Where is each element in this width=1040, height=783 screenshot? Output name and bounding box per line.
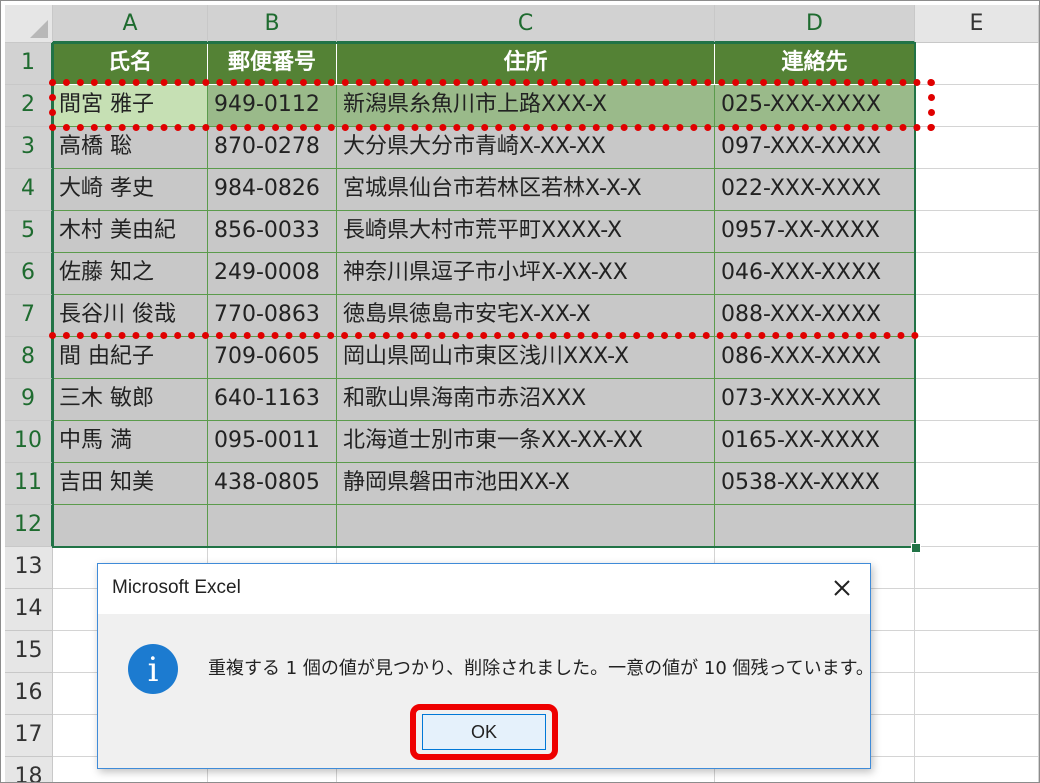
table-cell[interactable] [915, 211, 1039, 253]
table-cell[interactable]: 間宮 雅子 [53, 85, 208, 127]
table-cell[interactable]: 073-XXX-XXXX [715, 379, 915, 421]
row-header-7[interactable]: 7 [5, 295, 53, 337]
table-cell[interactable] [915, 463, 1039, 505]
dialog-title-bar: Microsoft Excel [98, 564, 870, 614]
table-cell[interactable]: 長崎県大村市荒平町XXXX-X [337, 211, 715, 253]
table-cell[interactable]: 長谷川 俊哉 [53, 295, 208, 337]
table-cell[interactable] [915, 295, 1039, 337]
row-header-6[interactable]: 6 [5, 253, 53, 295]
fill-handle[interactable] [911, 543, 921, 553]
table-cell[interactable] [915, 421, 1039, 463]
table-cell[interactable]: 宮城県仙台市若林区若林X-X-X [337, 169, 715, 211]
row-header-15[interactable]: 15 [5, 631, 53, 673]
table-cell[interactable] [915, 379, 1039, 421]
table-cell[interactable] [915, 589, 1039, 631]
table-cell[interactable]: 岡山県岡山市東区浅川XXX-X [337, 337, 715, 379]
table-cell[interactable] [715, 505, 915, 547]
info-icon: i [128, 644, 178, 694]
close-icon[interactable] [826, 572, 858, 604]
table-cell[interactable]: 022-XXX-XXXX [715, 169, 915, 211]
table-header-cell[interactable]: 郵便番号 [208, 43, 337, 85]
table-cell[interactable]: 大分県大分市青崎X-XX-XX [337, 127, 715, 169]
row-header-14[interactable]: 14 [5, 589, 53, 631]
table-cell[interactable]: 949-0112 [208, 85, 337, 127]
table-cell[interactable] [208, 505, 337, 547]
row-header-9[interactable]: 9 [5, 379, 53, 421]
table-cell[interactable]: 709-0605 [208, 337, 337, 379]
row-header-5[interactable]: 5 [5, 211, 53, 253]
table-cell[interactable]: 北海道士別市東一条XX-XX-XX [337, 421, 715, 463]
table-cell[interactable]: 徳島県徳島市安宅X-XX-X [337, 295, 715, 337]
table-cell[interactable]: 249-0008 [208, 253, 337, 295]
table-cell[interactable]: 984-0826 [208, 169, 337, 211]
table-cell[interactable]: 0165-XX-XXXX [715, 421, 915, 463]
row-header-12[interactable]: 12 [5, 505, 53, 547]
column-header-a[interactable]: A [53, 5, 208, 43]
table-cell[interactable] [337, 505, 715, 547]
table-cell[interactable]: 0538-XX-XXXX [715, 463, 915, 505]
table-cell[interactable]: 870-0278 [208, 127, 337, 169]
table-cell[interactable] [915, 127, 1039, 169]
row-header-16[interactable]: 16 [5, 673, 53, 715]
table-cell[interactable] [915, 547, 1039, 589]
table-cell[interactable]: 木村 美由紀 [53, 211, 208, 253]
table-cell[interactable] [915, 169, 1039, 211]
table-cell[interactable]: 0957-XX-XXXX [715, 211, 915, 253]
row-header-3[interactable]: 3 [5, 127, 53, 169]
table-cell[interactable]: 770-0863 [208, 295, 337, 337]
table-cell[interactable]: 大崎 孝史 [53, 169, 208, 211]
row-header-4[interactable]: 4 [5, 169, 53, 211]
table-cell[interactable]: 088-XXX-XXXX [715, 295, 915, 337]
table-cell[interactable]: 三木 敏郎 [53, 379, 208, 421]
table-cell[interactable]: 025-XXX-XXXX [715, 85, 915, 127]
column-header-c[interactable]: C [337, 5, 715, 43]
table-cell[interactable] [915, 757, 1039, 782]
table-header-cell[interactable]: 連絡先 [715, 43, 915, 85]
dialog-title: Microsoft Excel [112, 577, 241, 598]
table-cell[interactable] [53, 505, 208, 547]
table-cell[interactable]: 086-XXX-XXXX [715, 337, 915, 379]
table-cell[interactable]: 新潟県糸魚川市上路XXX-X [337, 85, 715, 127]
table-cell[interactable] [915, 715, 1039, 757]
column-header-d[interactable]: D [715, 5, 915, 43]
table-cell[interactable]: 046-XXX-XXXX [715, 253, 915, 295]
excel-window: A B C D E 1 2 3 4 5 6 7 8 9 10 11 12 13 14 15 16 17 18 氏名 郵便番号 住所… [0, 0, 1040, 783]
table-header-cell[interactable]: 氏名 [53, 43, 208, 85]
ok-button[interactable]: OK [422, 714, 546, 750]
table-cell[interactable] [915, 253, 1039, 295]
table-cell[interactable]: 095-0011 [208, 421, 337, 463]
table-cell[interactable]: 吉田 知美 [53, 463, 208, 505]
table-cell[interactable]: 静岡県磐田市池田XX-X [337, 463, 715, 505]
row-header-10[interactable]: 10 [5, 421, 53, 463]
row-header-18[interactable]: 18 [5, 757, 53, 782]
row-header-8[interactable]: 8 [5, 337, 53, 379]
row-header-11[interactable]: 11 [5, 463, 53, 505]
table-cell[interactable]: 佐藤 知之 [53, 253, 208, 295]
column-header-e[interactable]: E [915, 5, 1039, 43]
row-header-17[interactable]: 17 [5, 715, 53, 757]
table-cell[interactable] [915, 505, 1039, 547]
cell-e1[interactable] [915, 43, 1039, 85]
table-cell[interactable]: 中馬 満 [53, 421, 208, 463]
table-header-cell[interactable]: 住所 [337, 43, 715, 85]
table-cell[interactable] [915, 673, 1039, 715]
table-cell[interactable]: 438-0805 [208, 463, 337, 505]
dialog-message: 重複する 1 個の値が見つかり、削除されました。一意の値が 10 個残っています… [208, 658, 874, 679]
row-header-2[interactable]: 2 [5, 85, 53, 127]
row-header-1[interactable]: 1 [5, 43, 53, 85]
table-cell[interactable] [915, 337, 1039, 379]
row-header-13[interactable]: 13 [5, 547, 53, 589]
table-cell[interactable]: 640-1163 [208, 379, 337, 421]
table-cell[interactable]: 856-0033 [208, 211, 337, 253]
table-cell[interactable] [915, 85, 1039, 127]
table-cell[interactable]: 097-XXX-XXXX [715, 127, 915, 169]
table-cell[interactable]: 和歌山県海南市赤沼XXX [337, 379, 715, 421]
select-all-corner[interactable] [5, 5, 53, 43]
column-header-b[interactable]: B [208, 5, 337, 43]
table-cell[interactable]: 間 由紀子 [53, 337, 208, 379]
message-dialog: Microsoft Excel i 重複する 1 個の値が見つかり、削除されまし… [97, 563, 874, 769]
table-cell[interactable] [915, 631, 1039, 673]
table-cell[interactable]: 高橋 聡 [53, 127, 208, 169]
table-cell[interactable]: 神奈川県逗子市小坪X-XX-XX [337, 253, 715, 295]
